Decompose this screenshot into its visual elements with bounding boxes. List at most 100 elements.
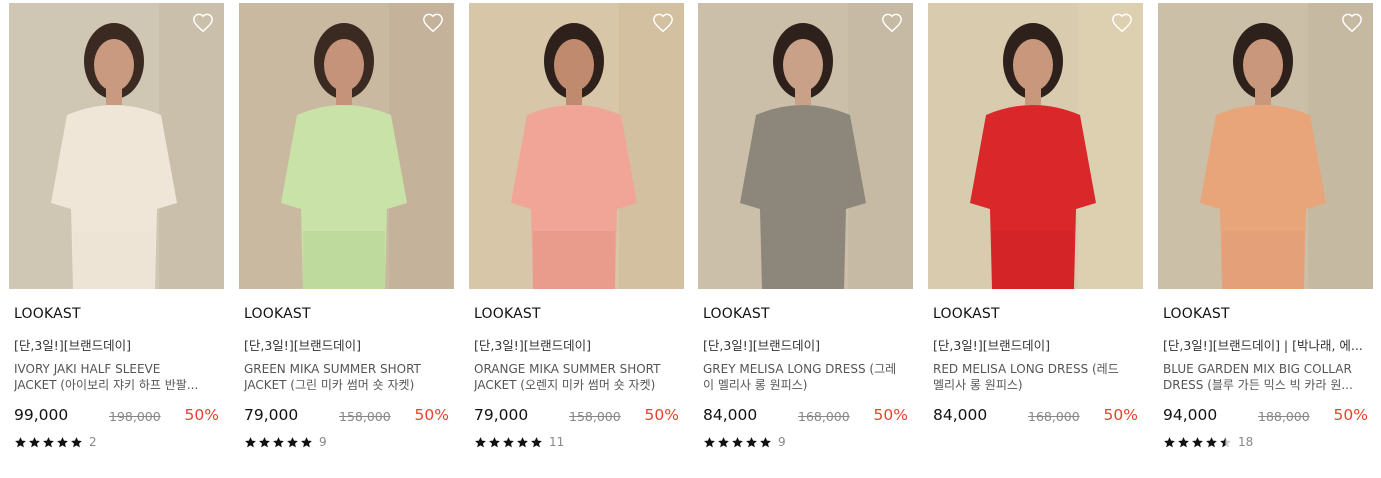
product-photo: [698, 3, 913, 289]
star-icon: [1192, 436, 1203, 447]
sale-price: 94,000: [1163, 406, 1218, 424]
star-icon: [29, 436, 40, 447]
star-icon: [475, 436, 486, 447]
review-count: 11: [549, 435, 565, 449]
rating: 18: [1163, 435, 1253, 449]
star-icon: [503, 436, 514, 447]
promo-tag: [단,3일!][브랜드데이]: [14, 338, 131, 353]
product-title-line-2: JACKET (오렌지 미카 썸머 숏 자켓): [474, 378, 656, 392]
wishlist-heart-icon[interactable]: [192, 12, 214, 34]
star-icon: [287, 436, 298, 447]
sale-price: 99,000: [14, 406, 69, 424]
product-card[interactable]: LOOKAST [단,3일!][브랜드데이] | [박나래, 에... BLUE…: [1158, 3, 1373, 463]
product-card[interactable]: LOOKAST [단,3일!][브랜드데이] GREY MELISA LONG …: [698, 3, 913, 463]
star-icon: [1206, 436, 1217, 447]
rating: 9: [244, 435, 327, 449]
rating: 11: [474, 435, 564, 449]
product-title-line-2: 멜리사 롱 원피스): [933, 378, 1023, 392]
review-count: 18: [1238, 435, 1254, 449]
promo-tag: [단,3일!][브랜드데이]: [474, 338, 591, 353]
star-icon: [259, 436, 270, 447]
product-image[interactable]: [469, 3, 684, 289]
original-price: 168,000: [798, 409, 850, 424]
wishlist-heart-icon[interactable]: [1111, 12, 1133, 34]
product-photo: [928, 3, 1143, 289]
brand-name[interactable]: LOOKAST: [474, 306, 541, 322]
product-image[interactable]: [239, 3, 454, 289]
product-image[interactable]: [1158, 3, 1373, 289]
wishlist-heart-icon[interactable]: [881, 12, 903, 34]
product-photo: [239, 3, 454, 289]
product-grid: LOOKAST [단,3일!][브랜드데이] IVORY JAKI HALF S…: [9, 3, 1373, 473]
product-photo: [1158, 3, 1373, 289]
rating-stars: [14, 436, 83, 449]
product-title[interactable]: RED MELISA LONG DRESS (레드 멜리사 롱 원피스): [933, 361, 1138, 393]
star-icon: [1164, 436, 1175, 447]
wishlist-heart-icon[interactable]: [422, 12, 444, 34]
star-icon: [760, 436, 771, 447]
product-title-line-1: ORANGE MIKA SUMMER SHORT: [474, 362, 661, 376]
brand-name[interactable]: LOOKAST: [14, 306, 81, 322]
original-price: 198,000: [109, 409, 161, 424]
discount-rate: 50%: [414, 406, 449, 424]
review-count: 2: [89, 435, 97, 449]
rating: 9: [703, 435, 786, 449]
product-title-line-1: RED MELISA LONG DRESS (레드: [933, 362, 1119, 376]
star-icon: [489, 436, 500, 447]
product-title-line-2: 이 멜리사 롱 원피스): [703, 378, 808, 392]
rating-stars: [1163, 436, 1232, 449]
original-price: 188,000: [1258, 409, 1310, 424]
product-photo: [469, 3, 684, 289]
star-icon: [517, 436, 528, 447]
discount-rate: 50%: [184, 406, 219, 424]
product-title[interactable]: GREY MELISA LONG DRESS (그레 이 멜리사 롱 원피스): [703, 361, 908, 393]
star-icon: [531, 436, 542, 447]
product-title[interactable]: GREEN MIKA SUMMER SHORT JACKET (그린 미카 썸머…: [244, 361, 449, 393]
star-icon: [57, 436, 68, 447]
product-title[interactable]: BLUE GARDEN MIX BIG COLLAR DRESS (블루 가든 …: [1163, 361, 1368, 393]
sale-price: 84,000: [703, 406, 758, 424]
review-count: 9: [319, 435, 327, 449]
discount-rate: 50%: [644, 406, 679, 424]
rating-stars: [474, 436, 543, 449]
star-icon: [718, 436, 729, 447]
original-price: 158,000: [339, 409, 391, 424]
product-title-line-2: DRESS (블루 가든 믹스 빅 카라 원...: [1163, 378, 1353, 392]
brand-name[interactable]: LOOKAST: [1163, 306, 1230, 322]
sale-price: 84,000: [933, 406, 988, 424]
product-title-line-1: IVORY JAKI HALF SLEEVE: [14, 362, 161, 376]
brand-name[interactable]: LOOKAST: [244, 306, 311, 322]
product-title-line-2: JACKET (그린 미카 썸머 숏 자켓): [244, 378, 415, 392]
wishlist-heart-icon[interactable]: [652, 12, 674, 34]
product-title-line-1: BLUE GARDEN MIX BIG COLLAR: [1163, 362, 1352, 376]
promo-tag: [단,3일!][브랜드데이] | [박나래, 에...: [1163, 338, 1363, 353]
rating: 2: [14, 435, 97, 449]
promo-tag: [단,3일!][브랜드데이]: [703, 338, 820, 353]
product-photo: [9, 3, 224, 289]
product-image[interactable]: [698, 3, 913, 289]
product-card[interactable]: LOOKAST [단,3일!][브랜드데이] GREEN MIKA SUMMER…: [239, 3, 454, 463]
wishlist-heart-icon[interactable]: [1341, 12, 1363, 34]
product-card[interactable]: LOOKAST [단,3일!][브랜드데이] RED MELISA LONG D…: [928, 3, 1143, 463]
product-title[interactable]: ORANGE MIKA SUMMER SHORT JACKET (오렌지 미카 …: [474, 361, 679, 393]
product-image[interactable]: [9, 3, 224, 289]
brand-name[interactable]: LOOKAST: [703, 306, 770, 322]
discount-rate: 50%: [873, 406, 908, 424]
product-title-line-1: GREEN MIKA SUMMER SHORT: [244, 362, 421, 376]
discount-rate: 50%: [1333, 406, 1368, 424]
star-icon: [15, 436, 26, 447]
product-image[interactable]: [928, 3, 1143, 289]
product-card[interactable]: LOOKAST [단,3일!][브랜드데이] ORANGE MIKA SUMME…: [469, 3, 684, 463]
rating-stars: [244, 436, 313, 449]
discount-rate: 50%: [1103, 406, 1138, 424]
brand-name[interactable]: LOOKAST: [933, 306, 1000, 322]
promo-tag: [단,3일!][브랜드데이]: [244, 338, 361, 353]
star-icon: [301, 436, 312, 447]
product-title[interactable]: IVORY JAKI HALF SLEEVE JACKET (아이보리 쟈키 하…: [14, 361, 219, 393]
product-title-line-2: JACKET (아이보리 쟈키 하프 반팔...: [14, 378, 199, 392]
product-title-line-1: GREY MELISA LONG DRESS (그레: [703, 362, 897, 376]
original-price: 168,000: [1028, 409, 1080, 424]
product-card[interactable]: LOOKAST [단,3일!][브랜드데이] IVORY JAKI HALF S…: [9, 3, 224, 463]
review-count: 9: [778, 435, 786, 449]
star-icon: [71, 436, 82, 447]
